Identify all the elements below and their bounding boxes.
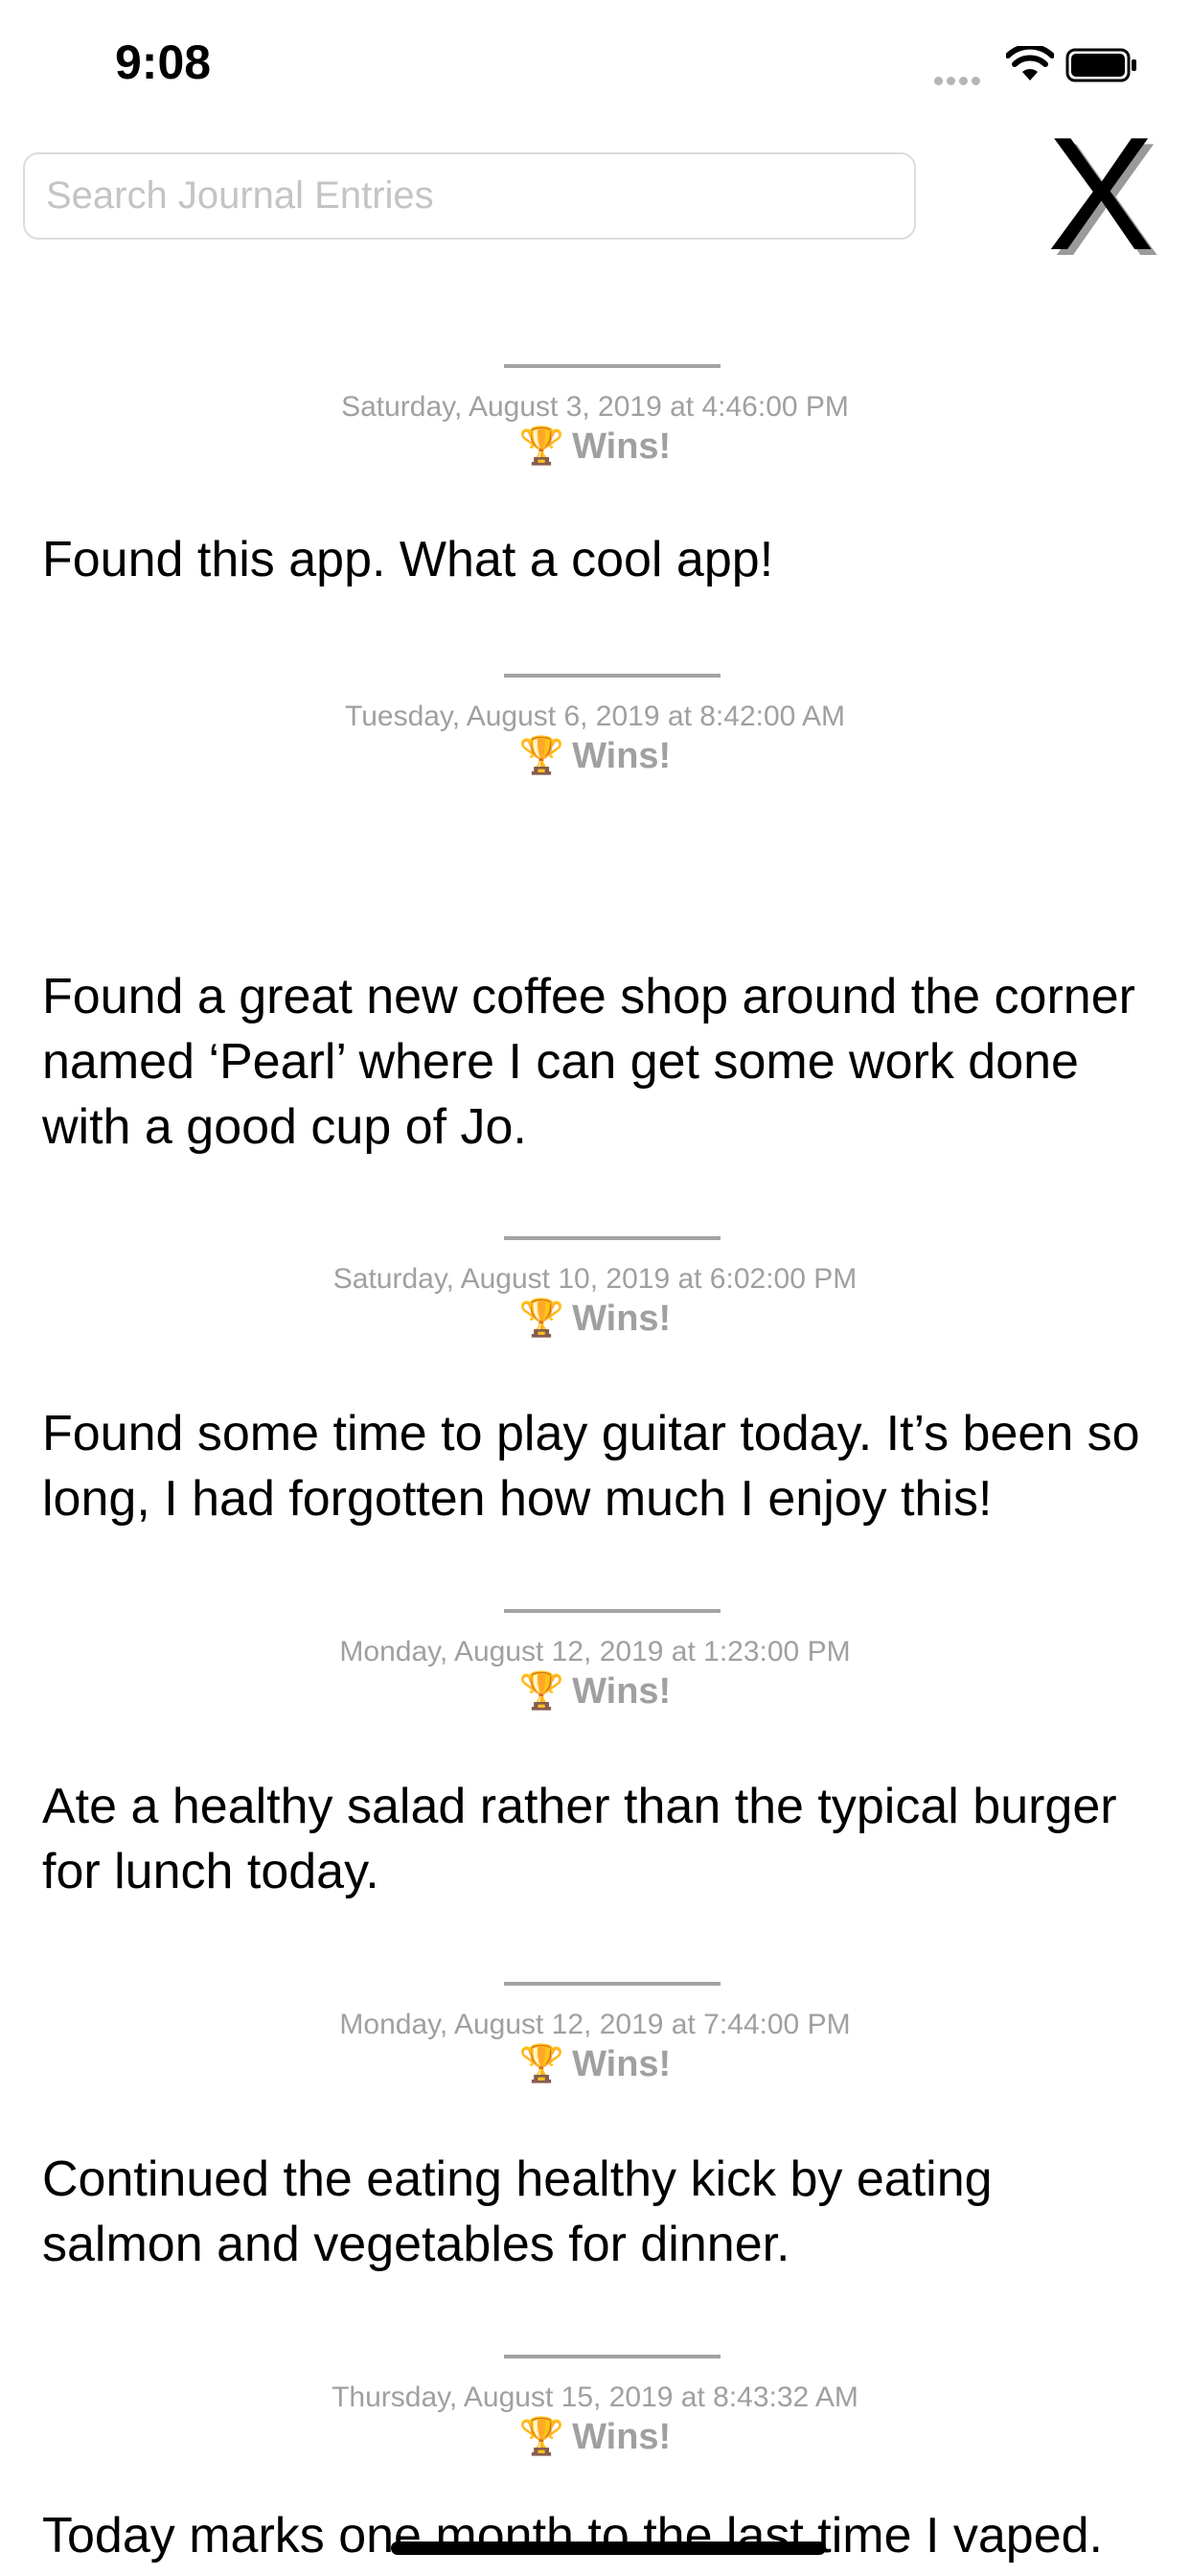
entry-date: Saturday, August 3, 2019 at 4:46:00 PM [341, 391, 849, 423]
entry-date: Monday, August 12, 2019 at 7:44:00 PM [339, 2009, 851, 2040]
entry-divider [504, 674, 721, 678]
entry-date: Thursday, August 15, 2019 at 8:43:32 AM [332, 2381, 858, 2413]
entry-date: Monday, August 12, 2019 at 1:23:00 PM [339, 1636, 851, 1668]
battery-icon [1065, 48, 1138, 87]
entry-category: 🏆 Wins! [0, 2043, 1190, 2085]
entry-category: 🏆 Wins! [0, 1298, 1190, 1340]
entry-category-label: Wins! [572, 2417, 672, 2457]
entry-category-label: Wins! [572, 2044, 672, 2084]
trophy-icon: 🏆 [518, 1299, 565, 1339]
trophy-icon: 🏆 [518, 426, 565, 467]
wifi-icon [1005, 43, 1055, 87]
entry-divider [504, 1236, 721, 1240]
entry-category-label: Wins! [572, 426, 672, 467]
entry-category-label: Wins! [572, 736, 672, 776]
home-indicator[interactable] [391, 2542, 826, 2555]
entry-category: 🏆 Wins! [0, 2416, 1190, 2458]
trophy-icon: 🏆 [518, 2044, 565, 2084]
trophy-icon: 🏆 [518, 1671, 565, 1712]
entry-date: Saturday, August 10, 2019 at 6:02:00 PM [332, 1263, 858, 1295]
entry-text: Found a great new coffee shop around the… [42, 969, 1135, 1155]
entry-divider [504, 364, 721, 368]
entry-divider [504, 1609, 721, 1613]
close-button[interactable]: X [1047, 113, 1155, 274]
entry-date: Tuesday, August 6, 2019 at 8:42:00 AM [344, 701, 846, 732]
entry-category: 🏆 Wins! [0, 1670, 1190, 1713]
entry-divider [504, 1982, 721, 1986]
status-time: 9:08 [115, 35, 212, 89]
entry-text: Ate a healthy salad rather than the typi… [42, 1779, 1117, 1899]
entry-divider [504, 2355, 721, 2358]
entry-text: Today marks one month to the last time I… [42, 2508, 1104, 2564]
entry-text: Found this app. What a cool app! [42, 532, 774, 587]
entry-text: Found some time to play guitar today. It… [42, 1406, 1140, 1527]
search-input[interactable] [23, 152, 916, 240]
cellular-signal-icon [934, 73, 984, 90]
entry-category-label: Wins! [572, 1671, 672, 1712]
entry-category-label: Wins! [572, 1299, 672, 1339]
entry-category: 🏆 Wins! [0, 735, 1190, 777]
trophy-icon: 🏆 [518, 2417, 565, 2457]
entry-category: 🏆 Wins! [0, 426, 1190, 468]
entry-text: Continued the eating healthy kick by eat… [42, 2151, 993, 2272]
trophy-icon: 🏆 [518, 736, 565, 776]
